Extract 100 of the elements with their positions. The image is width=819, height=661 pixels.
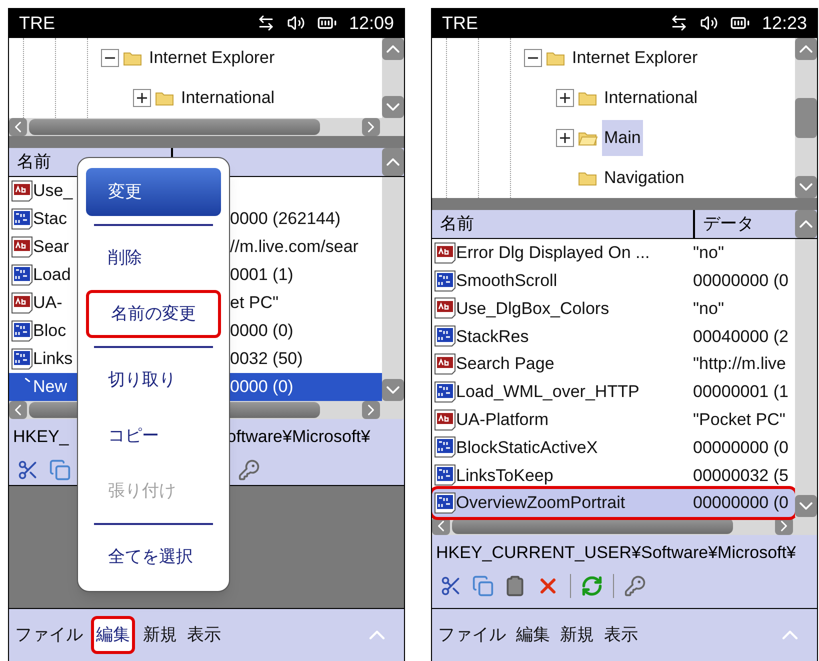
scroll-right-icon[interactable]: [362, 401, 380, 419]
value-data: 00000000 (0: [693, 436, 788, 459]
tree-item[interactable]: Internet Explorer: [570, 40, 700, 76]
value-name: StackRes: [456, 326, 530, 348]
value-data: "http://m.live: [693, 353, 786, 376]
scroll-down-icon[interactable]: [382, 379, 404, 401]
copy-icon[interactable]: [472, 574, 494, 597]
list-row[interactable]: New: [9, 373, 77, 401]
value-name: Load_WML_over_HTTP: [456, 381, 640, 404]
value-name: Links: [33, 348, 73, 370]
expand-icon[interactable]: [556, 89, 574, 107]
folder-icon: [123, 50, 143, 66]
menu-item[interactable]: 全てを選択: [86, 532, 221, 581]
value-name: Use_: [33, 180, 73, 202]
list-row[interactable]: OverviewZoomPortrait 00000000 (0: [432, 489, 795, 517]
expand-icon[interactable]: [133, 89, 151, 107]
vertical-scrollbar[interactable]: [795, 38, 817, 198]
value-data: 00000001 (1: [693, 381, 788, 404]
folder-icon: [578, 170, 598, 186]
scroll-up-icon[interactable]: [382, 38, 404, 60]
tree-item[interactable]: International: [602, 80, 700, 116]
key-icon[interactable]: [624, 574, 646, 597]
scroll-up-icon[interactable]: [795, 38, 817, 60]
value-data: 0000 (0): [230, 373, 382, 401]
scroll-down-icon[interactable]: [795, 494, 817, 517]
connection-icon: [670, 14, 688, 32]
menu-bar-item[interactable]: 編集: [514, 616, 552, 654]
menu-bar-item[interactable]: ファイル: [436, 616, 508, 654]
value-data: 00000000 (0: [693, 270, 788, 292]
column-header[interactable]: データ: [695, 210, 795, 238]
binary-value-icon: [11, 264, 33, 286]
registry-path: HKEY_CURRENT_USER¥Software¥Microsoft¥: [436, 542, 796, 564]
value-data: 00040000 (2: [693, 326, 788, 348]
open-folder-icon: [578, 130, 598, 146]
clock-time: 12:23: [762, 12, 807, 34]
collapse-icon[interactable]: [101, 49, 119, 67]
tree-item[interactable]: Main: [602, 120, 643, 156]
clipboard-icon[interactable]: [504, 574, 526, 597]
binary-value-icon: [434, 270, 456, 292]
scissors-icon[interactable]: [17, 459, 39, 481]
value-name: UA-Platform: [456, 408, 550, 431]
menu-bar-item[interactable]: 表示: [602, 616, 640, 654]
tree-item[interactable]: Navigation: [602, 160, 686, 196]
scrollbar-thumb[interactable]: [29, 119, 320, 135]
scroll-left-icon[interactable]: [9, 118, 27, 136]
menu-item[interactable]: 名前の変更: [86, 290, 221, 338]
connection-icon: [256, 14, 275, 32]
app-title: TRE: [19, 12, 56, 34]
copy-icon[interactable]: [49, 459, 71, 481]
vertical-scrollbar[interactable]: [382, 38, 404, 118]
value-name: Use_DlgBox_Colors: [456, 298, 610, 320]
binary-value-icon: [11, 320, 33, 342]
value-name: Sear: [33, 236, 69, 258]
horizontal-scrollbar[interactable]: [9, 118, 404, 136]
value-data: 00000000 (0: [693, 492, 788, 514]
value-name: Search Page: [456, 353, 556, 376]
scroll-up-icon[interactable]: [382, 148, 404, 176]
scrollbar-thumb[interactable]: [795, 98, 817, 138]
registry-path: HKEY_: [13, 426, 69, 448]
scissors-icon[interactable]: [440, 574, 462, 597]
menu-bar-item[interactable]: 編集: [91, 616, 135, 654]
value-name: Stac: [33, 208, 68, 230]
key-icon[interactable]: [238, 459, 260, 481]
scroll-left-icon[interactable]: [9, 401, 27, 419]
binary-value-icon: [11, 208, 33, 230]
scroll-down-icon[interactable]: [795, 176, 817, 198]
string-value-icon: [434, 297, 456, 320]
value-name: UA-: [33, 292, 62, 314]
menu-bar-item[interactable]: 表示: [185, 616, 223, 654]
menu-item[interactable]: コピー: [86, 411, 221, 460]
refresh-icon[interactable]: [581, 574, 603, 597]
scroll-up-icon[interactable]: [795, 210, 817, 238]
string-value-icon: [11, 236, 33, 258]
binary-value-icon: [434, 464, 456, 486]
folder-icon: [546, 50, 566, 66]
menu-bar-item[interactable]: 新規: [141, 616, 179, 654]
expand-icon[interactable]: [556, 129, 574, 147]
menu-bar-item[interactable]: 新規: [558, 616, 596, 654]
folder-icon: [155, 90, 175, 106]
menu-bar-item[interactable]: ファイル: [13, 616, 85, 654]
value-data: "no": [693, 298, 724, 320]
new-value-icon: [25, 378, 30, 382]
scroll-down-icon[interactable]: [382, 96, 404, 118]
registry-path: oftware¥Microsoft¥: [226, 426, 370, 448]
tree-item[interactable]: International: [179, 80, 277, 116]
menu-item[interactable]: 切り取り: [86, 355, 221, 404]
value-name: OverviewZoomPortrait: [456, 492, 626, 514]
menu-item[interactable]: 削除: [86, 234, 221, 282]
value-name: Bloc: [33, 320, 66, 342]
speaker-icon: [700, 14, 718, 32]
collapse-icon[interactable]: [524, 49, 542, 67]
binary-value-icon: [434, 325, 456, 348]
string-value-icon: [11, 292, 33, 314]
value-data: 00000032 (5: [693, 464, 788, 487]
menu-item[interactable]: 変更: [86, 168, 221, 216]
string-value-icon: [11, 180, 33, 202]
tree-item[interactable]: Internet Explorer: [147, 40, 277, 76]
value-name: Error Dlg Displayed On ...: [456, 242, 651, 264]
scroll-right-icon[interactable]: [362, 118, 380, 136]
string-value-icon: [434, 242, 456, 264]
